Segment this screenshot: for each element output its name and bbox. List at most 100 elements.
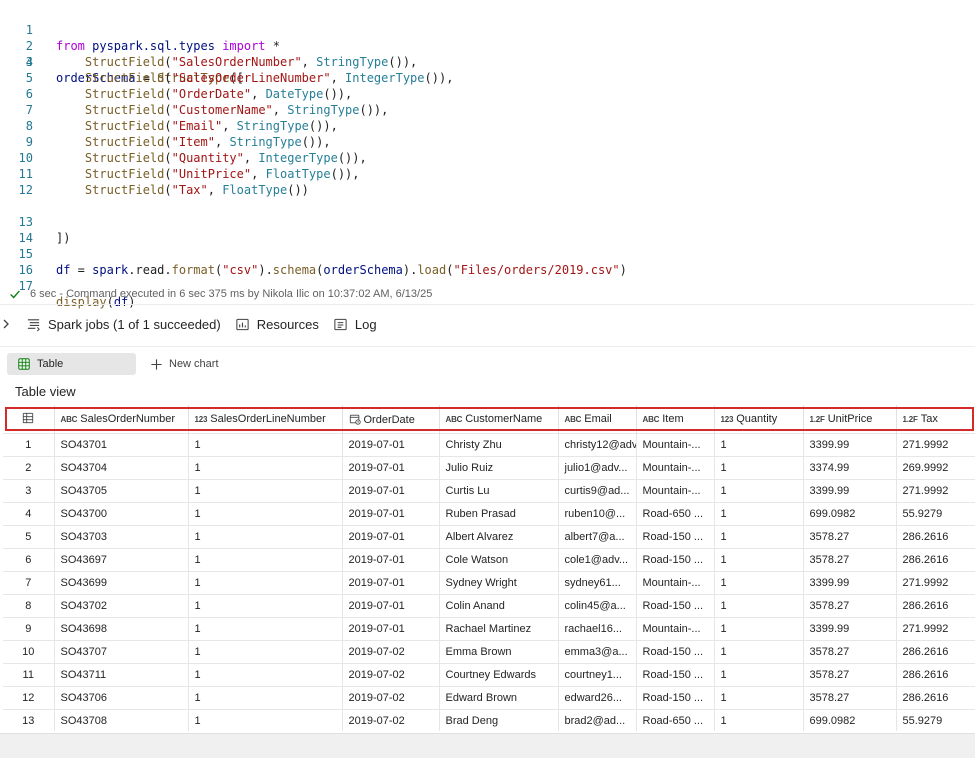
table-cell[interactable]: 269.9992 [896,456,975,480]
table-cell[interactable]: Colin Anand [439,594,559,618]
table-cell[interactable]: 286.2616 [896,640,975,664]
table-cell[interactable]: Albert Alvarez [439,525,559,549]
table-cell[interactable]: Mountain-... [636,479,715,503]
table-cell[interactable]: 2019-07-01 [342,479,440,503]
table-row[interactable]: 6 SO43697 1 2019-07-01 Cole Watson cole1@adv.… [3,548,975,572]
table-cell[interactable]: 3578.27 [803,663,897,687]
table-row[interactable]: 3 SO43705 1 2019-07-01 Curtis Lu curtis9@ad..… [3,479,975,503]
table-row[interactable]: 7 SO43699 1 2019-07-01 Sydney Wright sydney61… [3,571,975,595]
table-row[interactable]: 2 SO43704 1 2019-07-01 Julio Ruiz julio1@adv.… [3,456,975,480]
new-chart-button[interactable]: New chart [150,358,219,371]
table-cell[interactable]: Road-150 ... [636,663,715,687]
table-cell[interactable]: 1 [714,456,804,480]
table-cell[interactable]: brad2@ad... [558,709,637,731]
table-cell[interactable]: 1 [714,709,804,731]
table-row[interactable]: 13 SO43708 1 2019-07-02 Brad Deng brad2@ad...… [3,709,975,731]
column-header[interactable]: OrderDate [342,405,440,434]
column-header[interactable]: 1.2F Tax [896,405,975,434]
table-cell[interactable]: Road-150 ... [636,686,715,710]
table-cell[interactable]: 286.2616 [896,686,975,710]
table-cell[interactable]: 2019-07-02 [342,709,440,731]
table-cell[interactable]: 3578.27 [803,525,897,549]
row-number[interactable]: 11 [3,663,55,687]
table-cell[interactable]: SO43699 [54,571,189,595]
row-number[interactable]: 7 [3,571,55,595]
table-cell[interactable]: 1 [188,502,343,526]
table-cell[interactable]: Brad Deng [439,709,559,731]
table-cell[interactable]: SO43700 [54,502,189,526]
table-cell[interactable]: 1 [188,525,343,549]
spark-jobs-button[interactable]: Spark jobs (1 of 1 succeeded) [26,317,221,332]
row-number[interactable]: 1 [3,433,55,457]
table-cell[interactable]: 1 [714,571,804,595]
row-number[interactable]: 12 [3,686,55,710]
table-cell[interactable]: SO43697 [54,548,189,572]
table-row[interactable]: 4 SO43700 1 2019-07-01 Ruben Prasad ruben10@.… [3,502,975,526]
table-cell[interactable]: 2019-07-02 [342,686,440,710]
table-cell[interactable]: 1 [188,456,343,480]
column-header[interactable]: ABC Item [636,405,715,434]
row-number[interactable]: 8 [3,594,55,618]
table-cell[interactable]: 2019-07-01 [342,571,440,595]
row-number[interactable]: 10 [3,640,55,664]
table-cell[interactable]: Edward Brown [439,686,559,710]
table-cell[interactable]: 1 [714,479,804,503]
column-header[interactable]: 123 Quantity [714,405,804,434]
table-cell[interactable]: SO43705 [54,479,189,503]
table-cell[interactable]: 271.9992 [896,433,975,457]
row-number[interactable]: 3 [3,479,55,503]
table-cell[interactable]: 286.2616 [896,594,975,618]
table-cell[interactable]: 271.9992 [896,571,975,595]
table-cell[interactable]: 2019-07-02 [342,663,440,687]
table-cell[interactable]: julio1@adv... [558,456,637,480]
resources-button[interactable]: Resources [235,317,319,332]
column-header[interactable]: ABC Email [558,405,637,434]
row-number[interactable]: 6 [3,548,55,572]
table-cell[interactable]: 1 [188,594,343,618]
row-number[interactable]: 13 [3,709,55,731]
table-cell[interactable]: Road-150 ... [636,525,715,549]
table-cell[interactable]: 2019-07-01 [342,433,440,457]
table-cell[interactable]: 1 [714,548,804,572]
table-cell[interactable]: courtney1... [558,663,637,687]
row-number[interactable]: 9 [3,617,55,641]
row-number[interactable]: 5 [3,525,55,549]
table-cell[interactable]: rachael16... [558,617,637,641]
table-cell[interactable]: 55.9279 [896,709,975,731]
table-cell[interactable]: 55.9279 [896,502,975,526]
log-button[interactable]: Log [333,317,377,332]
table-cell[interactable]: 1 [188,479,343,503]
table-cell[interactable]: 286.2616 [896,663,975,687]
table-cell[interactable]: SO43707 [54,640,189,664]
column-header[interactable]: ABC CustomerName [439,405,559,434]
table-cell[interactable]: 3399.99 [803,479,897,503]
table-row[interactable]: 1 SO43701 1 2019-07-01 Christy Zhu christy12@… [3,433,975,457]
table-cell[interactable]: 3578.27 [803,640,897,664]
table-cell[interactable]: 3578.27 [803,686,897,710]
table-cell[interactable]: 1 [714,640,804,664]
chevron-right-icon[interactable] [0,318,12,330]
table-cell[interactable]: Road-650 ... [636,502,715,526]
table-cell[interactable]: Ruben Prasad [439,502,559,526]
table-cell[interactable]: 286.2616 [896,525,975,549]
table-cell[interactable]: 271.9992 [896,617,975,641]
table-cell[interactable]: 1 [188,663,343,687]
table-cell[interactable]: 2019-07-01 [342,456,440,480]
table-cell[interactable]: SO43706 [54,686,189,710]
table-cell[interactable]: 1 [714,663,804,687]
table-cell[interactable]: christy12@adv... [558,433,637,457]
table-cell[interactable]: 1 [188,617,343,641]
table-cell[interactable]: Road-150 ... [636,594,715,618]
table-cell[interactable]: 1 [188,640,343,664]
table-cell[interactable]: sydney61... [558,571,637,595]
table-cell[interactable]: 1 [714,686,804,710]
table-cell[interactable]: Road-150 ... [636,640,715,664]
table-cell[interactable]: 2019-07-01 [342,502,440,526]
select-all-cell[interactable] [3,405,55,434]
table-cell[interactable]: 2019-07-01 [342,548,440,572]
table-cell[interactable]: emma3@a... [558,640,637,664]
table-row[interactable]: 8 SO43702 1 2019-07-01 Colin Anand colin45@a.… [3,594,975,618]
table-cell[interactable]: cole1@adv... [558,548,637,572]
table-cell[interactable]: edward26... [558,686,637,710]
table-cell[interactable]: 2019-07-02 [342,640,440,664]
